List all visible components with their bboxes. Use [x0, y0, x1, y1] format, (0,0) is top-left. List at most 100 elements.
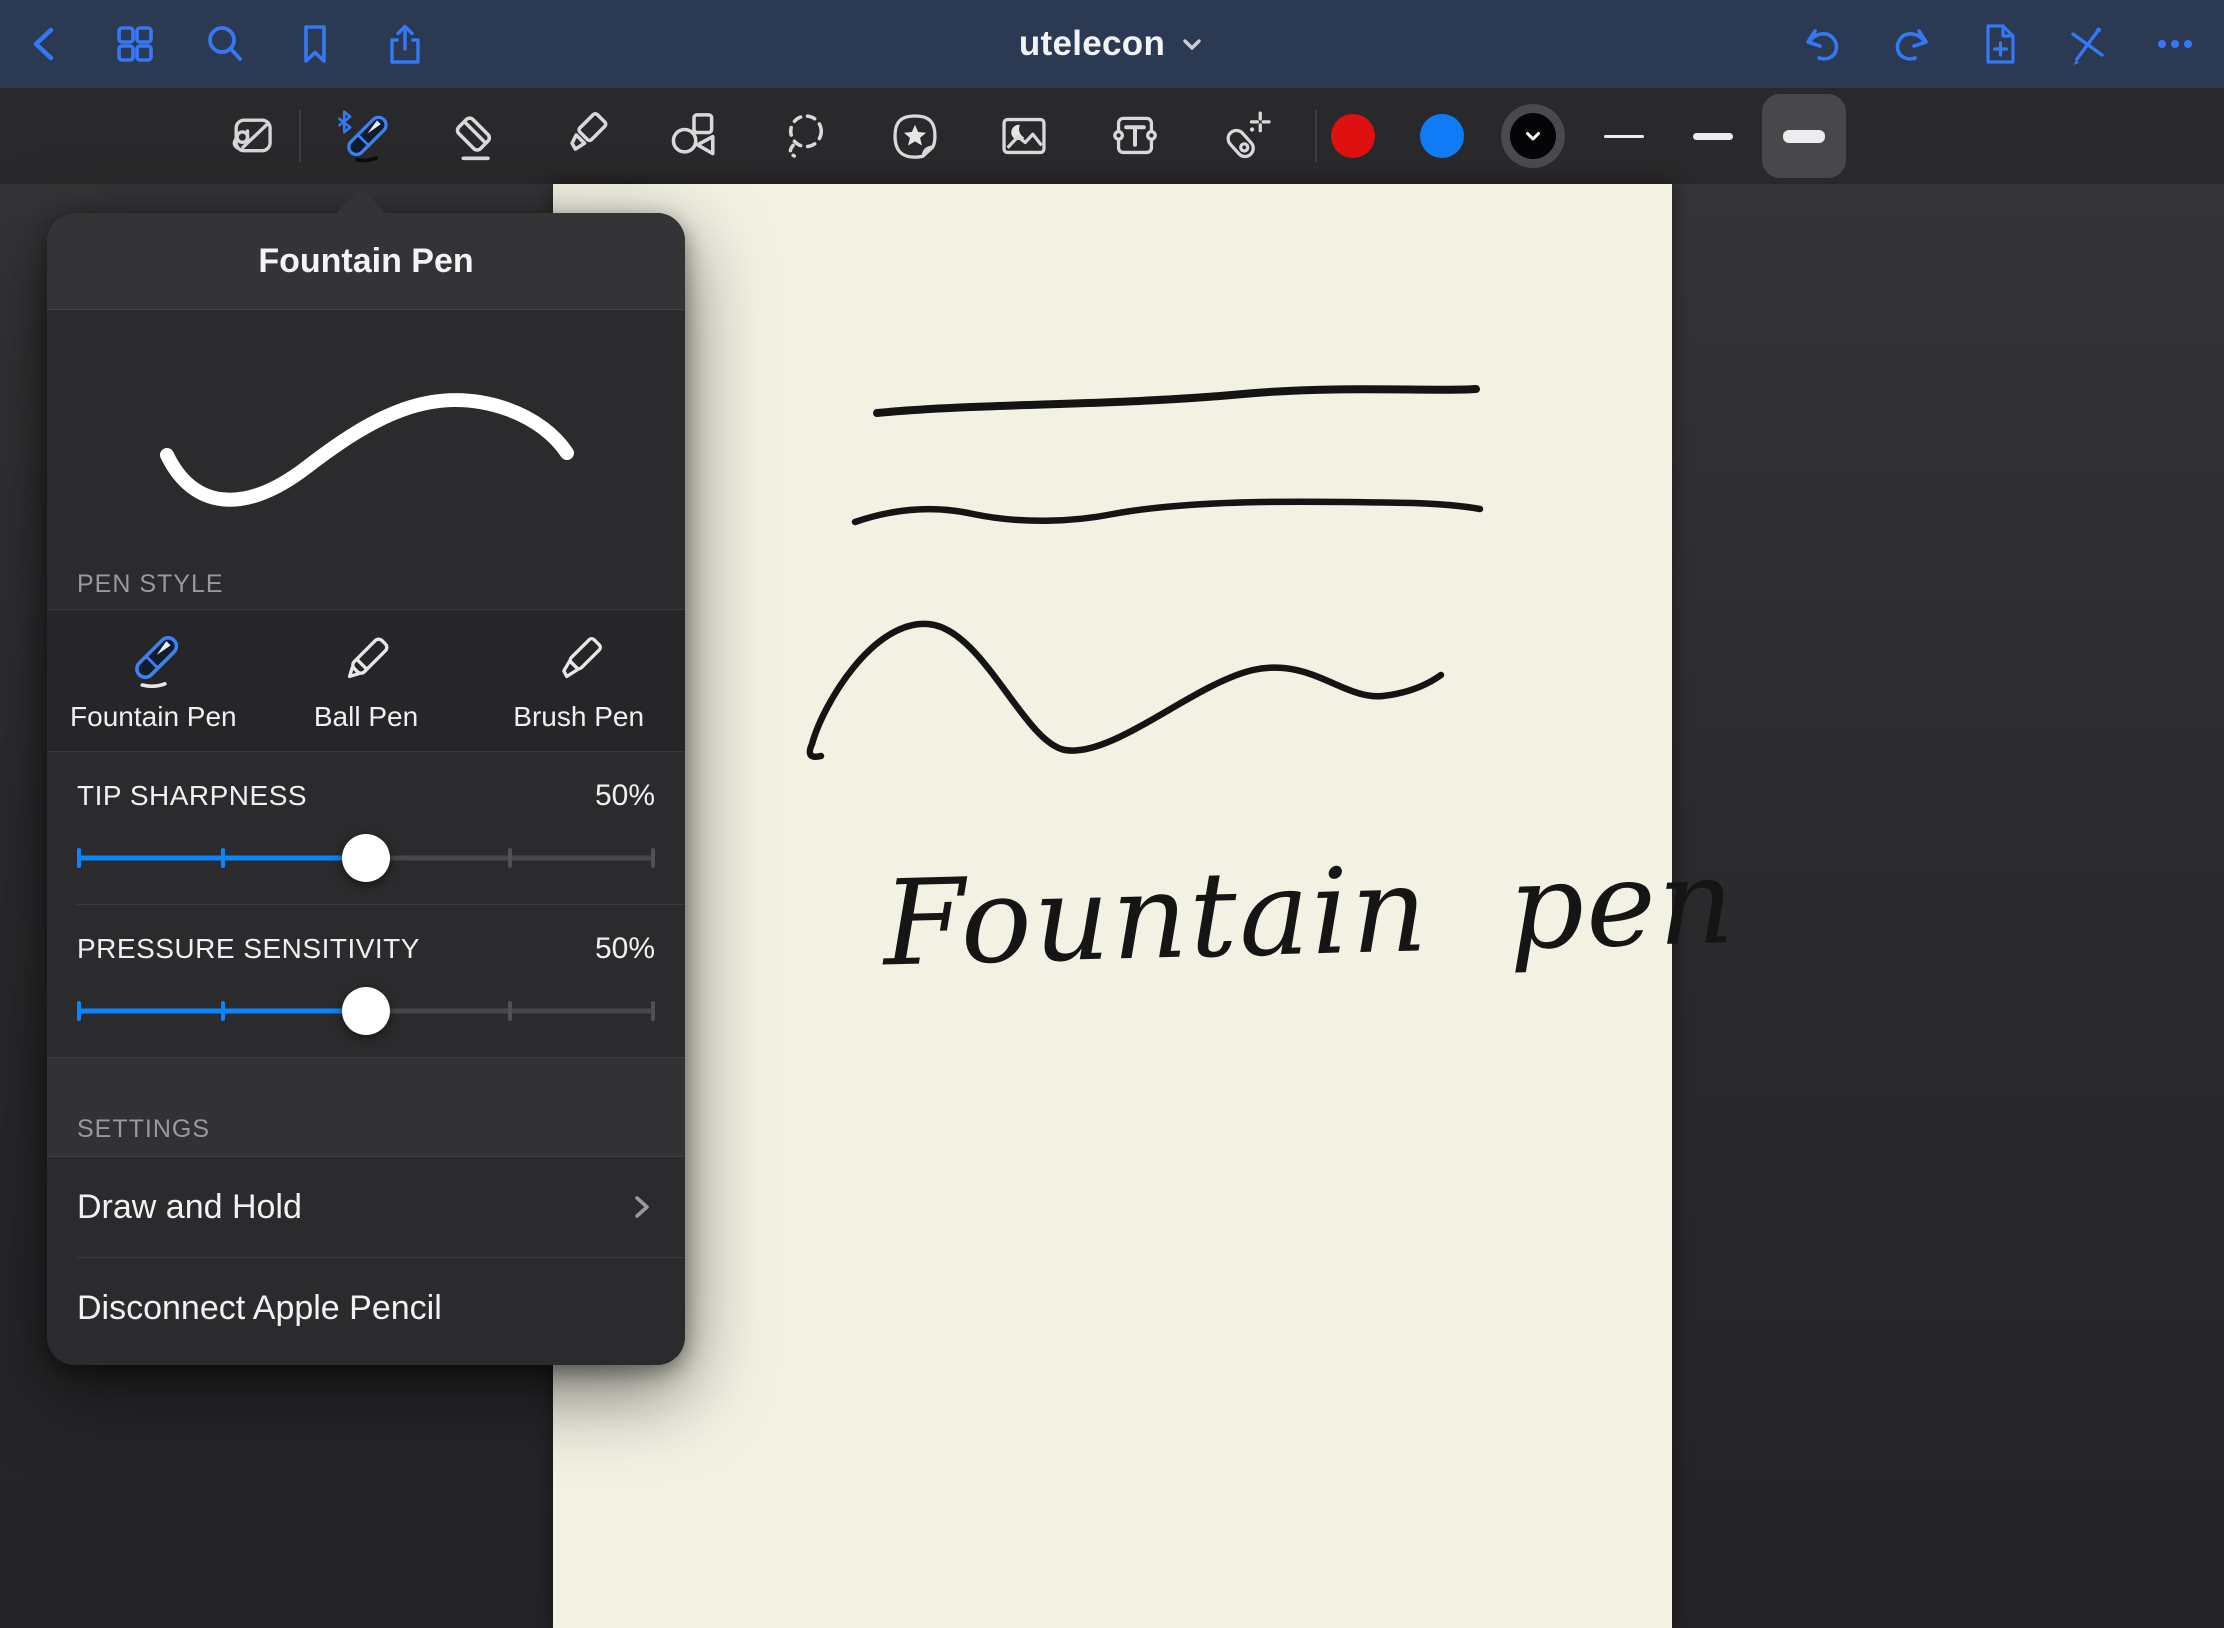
slider-tick	[508, 1001, 512, 1021]
pressure-sensitivity-block: PRESSURE SENSITIVITY 50%	[47, 905, 685, 1043]
slider-tick	[77, 848, 81, 868]
fountain-pen-icon	[122, 629, 184, 691]
disconnect-apple-pencil-row[interactable]: Disconnect Apple Pencil	[47, 1258, 685, 1358]
pen-style-label: Brush Pen	[513, 701, 644, 733]
swatch-chevron-down-icon	[1522, 125, 1544, 147]
draw-and-hold-label: Draw and Hold	[77, 1188, 302, 1227]
thick-line-glyph	[1783, 130, 1825, 143]
undo-button[interactable]	[1800, 21, 1846, 67]
lasso-tool-button[interactable]	[761, 88, 851, 184]
pen-style-brush-pen[interactable]: Brush Pen	[472, 610, 685, 751]
sticker-icon	[888, 109, 942, 163]
pen-settings-popover: Fountain Pen PEN STYLE	[47, 213, 685, 1365]
disconnect-apple-pencil-label: Disconnect Apple Pencil	[77, 1289, 442, 1328]
pressure-sensitivity-value: 50%	[595, 932, 655, 966]
chevron-right-icon	[629, 1192, 655, 1222]
slider-tick	[508, 848, 512, 868]
stylus-button[interactable]	[2064, 21, 2110, 67]
eraser-tool-button[interactable]	[430, 88, 520, 184]
highlighter-tool-button[interactable]	[542, 88, 632, 184]
nav-left-group	[22, 0, 428, 88]
slider-tick	[77, 1001, 81, 1021]
more-button[interactable]	[2152, 21, 2198, 67]
slider-tick	[651, 1001, 655, 1021]
add-page-button[interactable]	[1976, 21, 2022, 67]
nav-bar: utelecon	[0, 0, 2224, 88]
bookmark-button[interactable]	[292, 21, 338, 67]
undo-icon	[1800, 21, 1846, 67]
pressure-sensitivity-slider[interactable]	[79, 979, 653, 1043]
laser-pointer-tool-button[interactable]	[1200, 88, 1290, 184]
image-icon	[997, 109, 1051, 163]
pen-style-options: Fountain Pen Ball Pen Brush Pen	[47, 609, 685, 752]
nav-right-group	[1800, 0, 2198, 88]
read-only-mode-button[interactable]	[207, 88, 297, 184]
note-page[interactable]: Fountain pen	[553, 184, 1672, 1628]
thin-line-glyph	[1604, 135, 1644, 138]
text-icon	[1108, 109, 1162, 163]
search-icon	[202, 21, 248, 67]
medium-line-glyph	[1693, 133, 1733, 140]
color-swatch-blue[interactable]	[1420, 114, 1464, 158]
pen-tool-icon	[334, 108, 390, 164]
color-swatch-red[interactable]	[1331, 114, 1375, 158]
pen-style-label: Fountain Pen	[70, 701, 237, 733]
stroke-preview	[47, 310, 685, 559]
share-icon	[382, 21, 428, 67]
share-button[interactable]	[382, 21, 428, 67]
tool-bar	[0, 88, 2224, 184]
stroke-preview-curve	[77, 335, 655, 535]
laser-pointer-icon	[1218, 109, 1272, 163]
app-window: utelecon	[0, 0, 2224, 1628]
tip-sharpness-block: TIP SHARPNESS 50%	[47, 752, 685, 890]
brush-pen-icon	[548, 629, 610, 691]
tip-sharpness-slider[interactable]	[79, 826, 653, 890]
bookmark-icon	[292, 21, 338, 67]
slider-handle[interactable]	[342, 834, 390, 882]
slider-tick	[221, 848, 225, 868]
bluetooth-icon	[339, 112, 350, 132]
eraser-icon	[448, 109, 502, 163]
pen-style-fountain-pen[interactable]: Fountain Pen	[47, 610, 260, 751]
slider-handle[interactable]	[342, 987, 390, 1035]
tip-sharpness-value: 50%	[595, 779, 655, 813]
highlighter-icon	[560, 109, 614, 163]
sticker-tool-button[interactable]	[870, 88, 960, 184]
text-tool-button[interactable]	[1090, 88, 1180, 184]
settings-section-label: SETTINGS	[47, 1115, 240, 1144]
slider-tick	[221, 1001, 225, 1021]
draw-and-hold-row[interactable]: Draw and Hold	[47, 1157, 685, 1257]
color-swatch-black-selected[interactable]	[1501, 104, 1565, 168]
redo-button[interactable]	[1888, 21, 1934, 67]
lasso-icon	[779, 109, 833, 163]
settings-section-header: SETTINGS	[47, 1057, 685, 1157]
back-button[interactable]	[22, 21, 68, 67]
shapes-icon	[667, 109, 721, 163]
add-page-icon	[1976, 21, 2022, 67]
pen-tool-button[interactable]	[317, 88, 407, 184]
handwritten-text: Fountain pen	[881, 834, 1684, 993]
read-only-mode-icon	[226, 110, 278, 162]
thickness-option-medium[interactable]	[1671, 94, 1755, 178]
image-tool-button[interactable]	[979, 88, 1069, 184]
popover-title: Fountain Pen	[258, 242, 473, 281]
popover-header: Fountain Pen	[47, 213, 685, 310]
title-chevron-down-icon	[1179, 31, 1205, 57]
back-icon	[22, 21, 68, 67]
thickness-option-thick[interactable]	[1762, 94, 1846, 178]
slider-tick	[651, 848, 655, 868]
document-title[interactable]: utelecon	[1019, 24, 1165, 64]
toolbar-divider	[1315, 110, 1317, 162]
more-icon	[2152, 21, 2198, 67]
shapes-tool-button[interactable]	[649, 88, 739, 184]
pen-style-label: Ball Pen	[314, 701, 418, 733]
pressure-sensitivity-label: PRESSURE SENSITIVITY	[77, 933, 420, 965]
search-button[interactable]	[202, 21, 248, 67]
pen-style-ball-pen[interactable]: Ball Pen	[260, 610, 473, 751]
toolbar-divider	[299, 110, 301, 162]
tip-sharpness-label: TIP SHARPNESS	[77, 780, 307, 812]
ball-pen-icon	[335, 629, 397, 691]
redo-icon	[1888, 21, 1934, 67]
thickness-option-thin[interactable]	[1582, 94, 1666, 178]
pages-overview-button[interactable]	[112, 21, 158, 67]
